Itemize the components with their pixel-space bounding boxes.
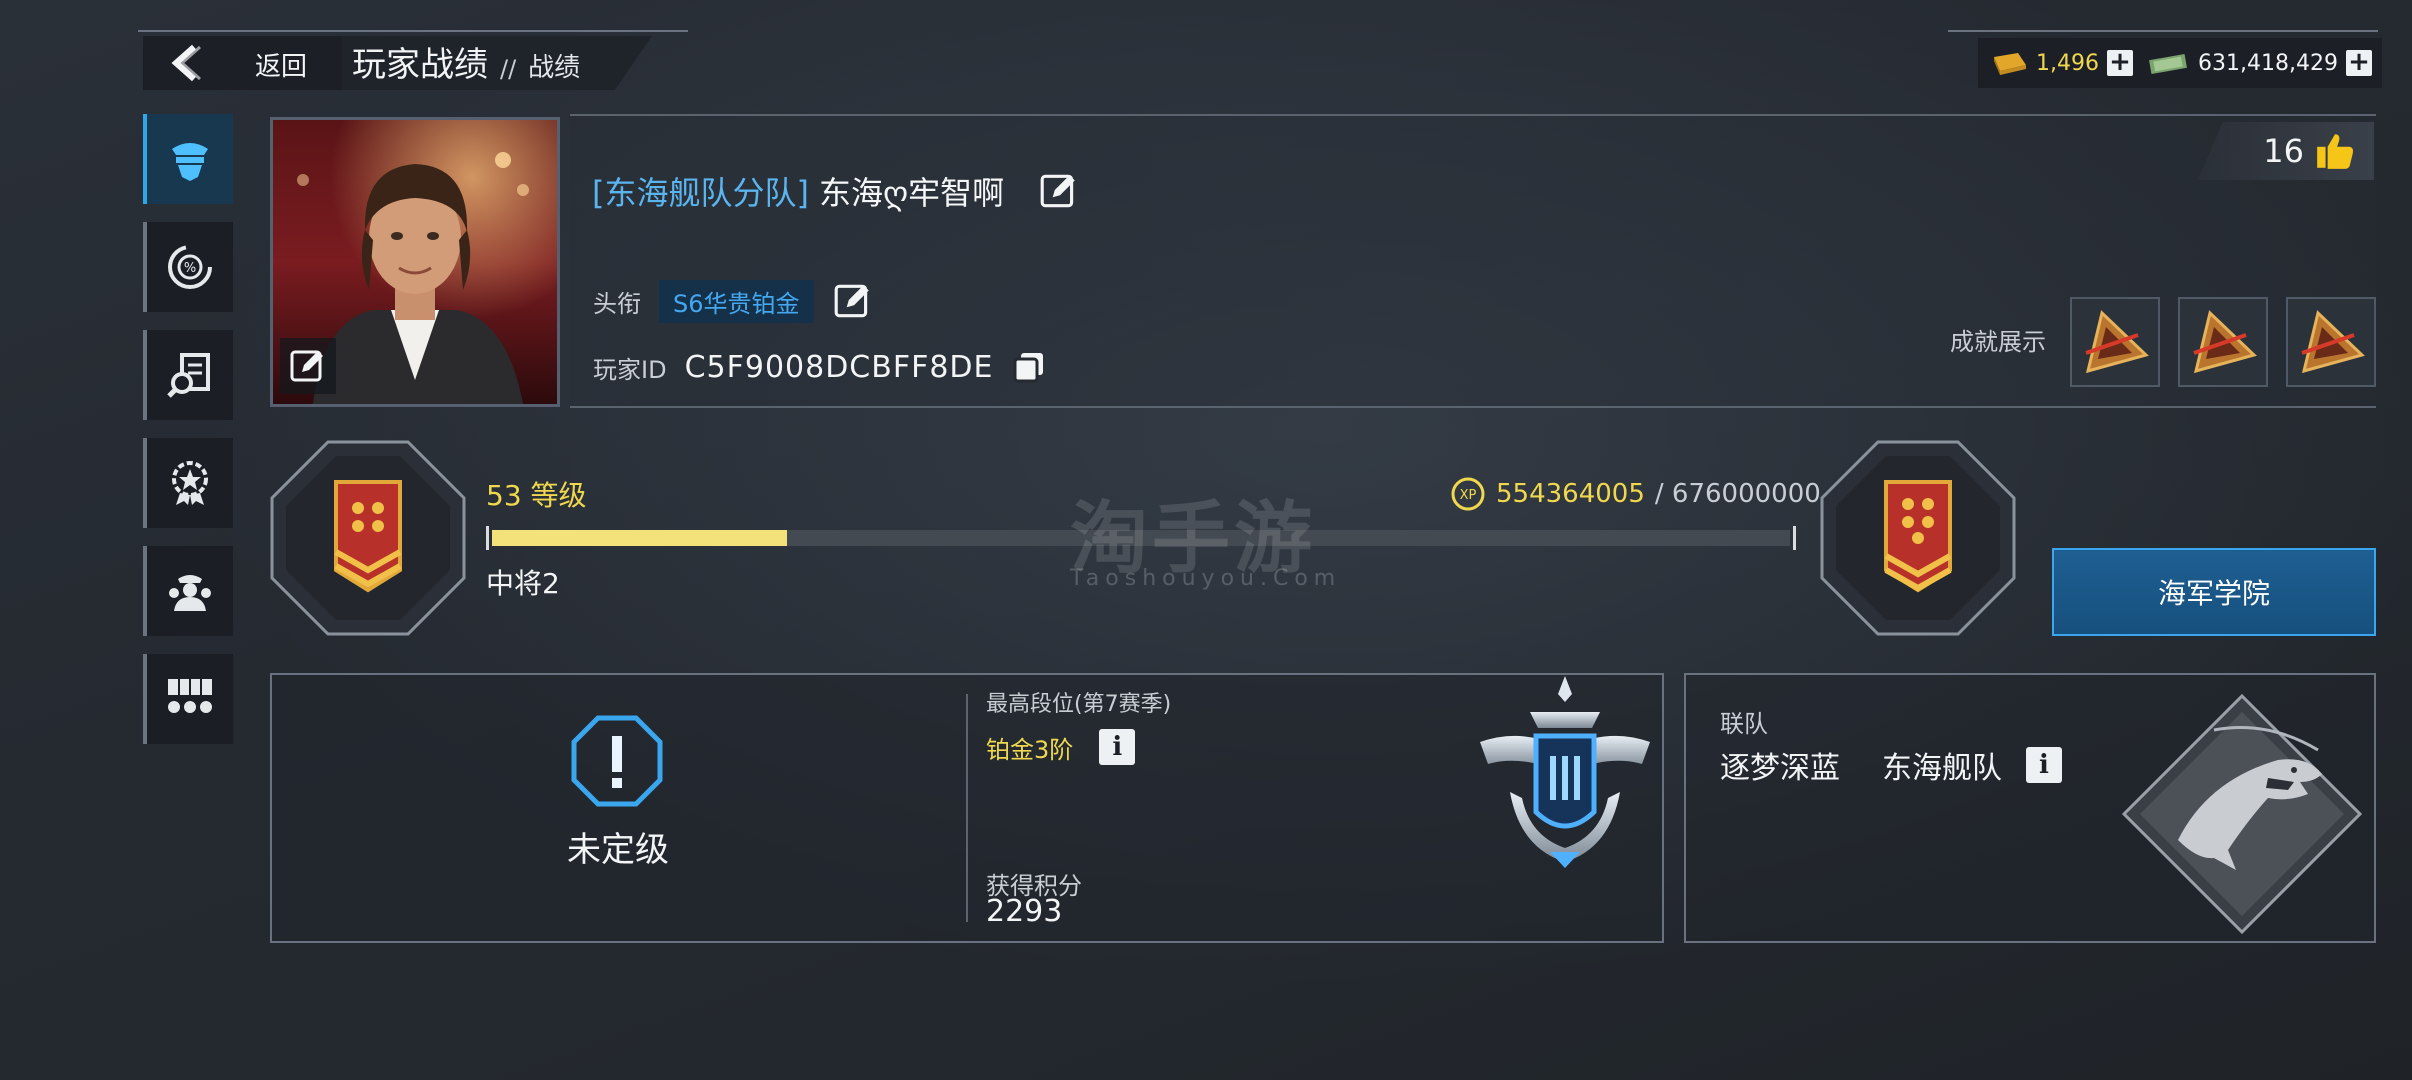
gold-currency: 1,496 + bbox=[1978, 38, 2143, 88]
level-number: 53 bbox=[486, 479, 522, 512]
medals-icon bbox=[168, 679, 212, 713]
gold-bar-icon bbox=[1994, 53, 2026, 75]
cash-currency: 631,418,429 + bbox=[2138, 38, 2382, 88]
title-badge: S6华贵铂金 bbox=[659, 279, 814, 323]
triangle-medal-icon bbox=[2301, 310, 2365, 374]
copy-icon[interactable] bbox=[1011, 349, 1047, 385]
add-cash-button[interactable]: + bbox=[2345, 49, 2372, 76]
alliance-row: 逐梦深蓝 东海舰队 i bbox=[1720, 742, 2062, 788]
shark-emblem-icon bbox=[2121, 693, 2363, 935]
player-name: 东海ღ牢智啊 bbox=[818, 174, 1005, 212]
player-level: 53 等级 bbox=[486, 474, 587, 514]
xp-readout: XP 554364005 / 676000000 bbox=[1450, 472, 1821, 516]
season-best-rank: 铂金3阶 bbox=[986, 735, 1074, 764]
achievement-slot-2[interactable] bbox=[2178, 297, 2268, 387]
platinum-rank-emblem bbox=[1480, 676, 1650, 868]
alliance-name: 逐梦深蓝 bbox=[1720, 751, 1840, 786]
level-unit: 等级 bbox=[530, 479, 587, 512]
next-rank-insignia bbox=[1820, 440, 2016, 636]
percent-gauge-icon: % bbox=[168, 245, 212, 289]
alliance-fleet: 东海舰队 bbox=[1882, 751, 2002, 786]
page-title-sub: 战绩 bbox=[528, 53, 581, 83]
watermark-sub: Taoshouyou.Com bbox=[1070, 566, 1342, 591]
topbar-divider bbox=[138, 30, 688, 32]
naval-academy-button[interactable]: 海军学院 bbox=[2052, 548, 2376, 636]
sidebar-item-medals[interactable] bbox=[143, 654, 233, 744]
rank-name: 中将2 bbox=[486, 567, 560, 600]
player-id-value: C5F9008DCBFF8DE bbox=[684, 349, 994, 385]
xp-max: / 676000000 bbox=[1654, 479, 1821, 509]
likes-count: 16 bbox=[2263, 132, 2304, 170]
xp-current: 554364005 bbox=[1496, 479, 1645, 509]
sidebar-item-crew[interactable] bbox=[143, 546, 233, 636]
player-id-row: 玩家ID C5F9008DCBFF8DE bbox=[593, 344, 1047, 390]
likes-button[interactable]: 16 bbox=[2198, 122, 2374, 180]
back-button[interactable] bbox=[150, 40, 222, 86]
svg-text:%: % bbox=[184, 261, 196, 276]
back-label[interactable]: 返回 bbox=[236, 44, 326, 84]
points-value: 2293 bbox=[986, 894, 1063, 929]
page-title: 玩家战绩 // 战绩 bbox=[352, 40, 580, 86]
sidebar-item-stats[interactable]: % bbox=[143, 222, 233, 312]
star-badge-icon bbox=[172, 461, 208, 505]
current-rank-insignia bbox=[270, 440, 466, 636]
player-title-row: 头衔 S6华贵铂金 bbox=[593, 278, 874, 324]
alliance-info-icon[interactable]: i bbox=[2026, 747, 2062, 783]
page-title-main: 玩家战绩 bbox=[352, 45, 488, 85]
officer-cap-icon bbox=[172, 143, 208, 181]
season-best-label: 最高段位(第7赛季) bbox=[986, 692, 1172, 717]
unranked-text: 未定级 bbox=[567, 830, 669, 870]
chevron-left-icon bbox=[171, 44, 201, 82]
sidebar-item-honors[interactable] bbox=[143, 438, 233, 528]
title-label: 头衔 bbox=[593, 289, 641, 318]
xp-icon: XP bbox=[1451, 477, 1485, 511]
player-id-label: 玩家ID bbox=[593, 355, 667, 384]
edit-title-icon[interactable] bbox=[832, 280, 874, 322]
sidebar-item-search[interactable] bbox=[143, 330, 233, 420]
info-icon[interactable]: i bbox=[1099, 729, 1136, 765]
warning-icon bbox=[571, 715, 663, 807]
achievement-slot-3[interactable] bbox=[2286, 297, 2376, 387]
season-best-row: 铂金3阶 i bbox=[986, 726, 1136, 768]
gold-value: 1,496 bbox=[2036, 50, 2099, 76]
achievement-slot-1[interactable] bbox=[2070, 297, 2160, 387]
cash-icon bbox=[2149, 53, 2187, 75]
avatar-edit-button[interactable] bbox=[280, 338, 336, 394]
sidebar-item-profile[interactable] bbox=[143, 114, 233, 204]
achievements-label: 成就展示 bbox=[1950, 328, 2046, 356]
squad-tag: [东海舰队分队] bbox=[592, 174, 809, 212]
xp-bar-fill bbox=[492, 530, 787, 546]
magnifier-document-icon bbox=[167, 353, 210, 398]
topbar-divider-right bbox=[1948, 30, 2378, 32]
triangle-medal-icon bbox=[2193, 310, 2257, 374]
player-name-row: [东海舰队分队] 东海ღ牢智啊 bbox=[592, 165, 1080, 217]
thumbs-up-icon bbox=[2317, 134, 2354, 169]
edit-name-icon[interactable] bbox=[1038, 170, 1080, 212]
alliance-label: 联队 bbox=[1720, 710, 1768, 738]
crew-icon bbox=[169, 575, 211, 611]
svg-text:XP: XP bbox=[1460, 488, 1477, 503]
ranked-divider bbox=[966, 694, 968, 922]
breadcrumb-separator: // bbox=[500, 55, 517, 83]
edit-icon bbox=[290, 350, 323, 382]
cash-value: 631,418,429 bbox=[2198, 50, 2338, 76]
triangle-medal-icon bbox=[2085, 310, 2149, 374]
add-gold-button[interactable]: + bbox=[2106, 49, 2133, 76]
